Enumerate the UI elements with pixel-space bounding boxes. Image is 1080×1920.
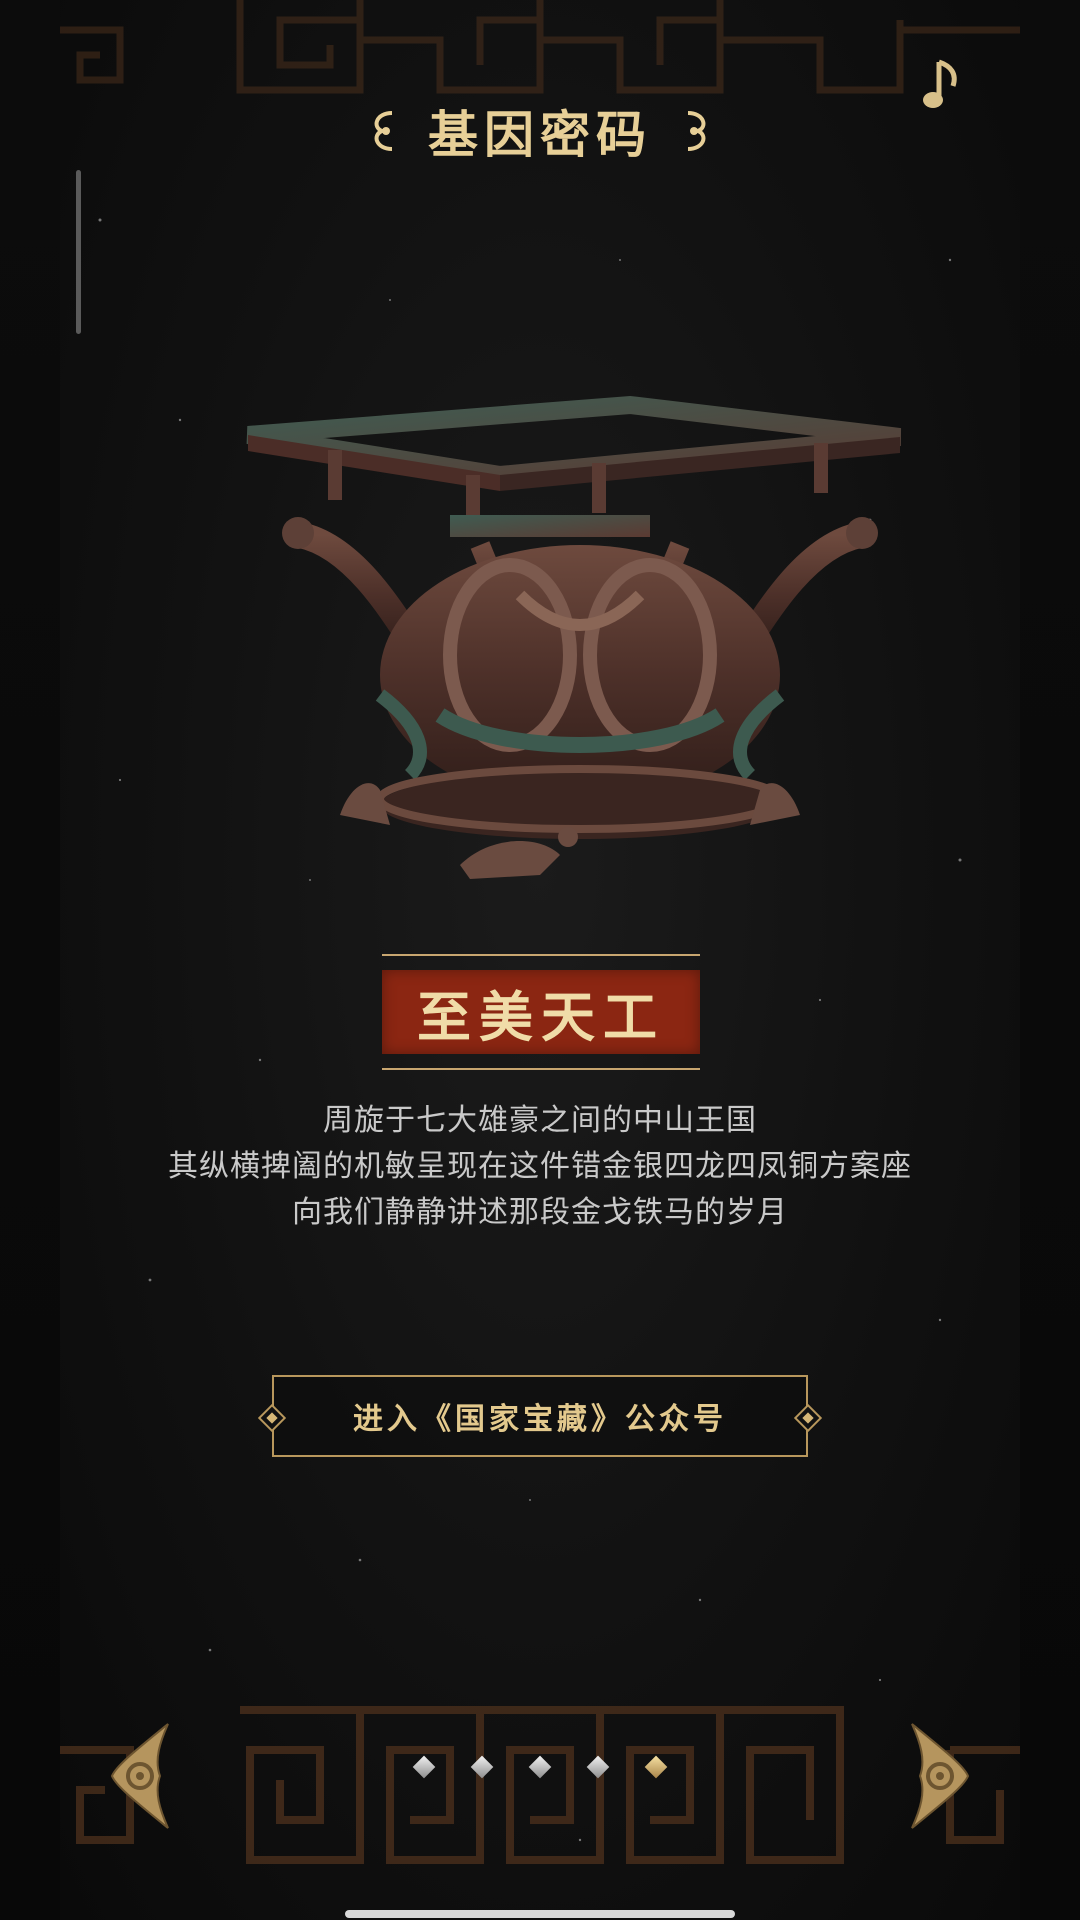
scroll-indicator[interactable] bbox=[76, 170, 81, 334]
bronze-artifact-image bbox=[246, 395, 902, 879]
enter-official-account-button[interactable]: 进入《国家宝藏》公众号 bbox=[258, 1375, 822, 1457]
page-indicator bbox=[60, 1752, 1020, 1782]
enter-button-label: 进入《国家宝藏》公众号 bbox=[353, 1402, 727, 1437]
right-diamond-ornament-icon bbox=[794, 1404, 822, 1432]
description-line-3: 向我们静静讲述那段金戈铁马的岁月 bbox=[292, 1195, 788, 1230]
left-cloud-ornament-icon bbox=[374, 111, 393, 151]
page-title: 基因密码 bbox=[428, 105, 652, 164]
top-fret-pattern bbox=[60, 0, 1020, 94]
home-indicator-bar[interactable] bbox=[345, 1910, 735, 1918]
description-line-2: 其纵横捭阖的机敏呈现在这件错金银四龙四凤铜方案座 bbox=[168, 1149, 912, 1184]
description-line-1: 周旋于七大雄豪之间的中山王国 bbox=[323, 1103, 757, 1138]
page-dot-4[interactable] bbox=[586, 1755, 610, 1779]
left-margin-band bbox=[0, 0, 60, 1920]
banner-title: 至美天工 bbox=[417, 984, 665, 1049]
section-banner: 至美天工 bbox=[382, 954, 700, 1070]
page-dot-3[interactable] bbox=[528, 1755, 552, 1779]
page-header: 基因密码 bbox=[60, 96, 1020, 166]
right-margin-band bbox=[1020, 0, 1080, 1920]
banner-bottom-rule bbox=[382, 1068, 700, 1070]
page-dot-2[interactable] bbox=[470, 1755, 494, 1779]
banner-block: 至美天工 bbox=[382, 970, 700, 1054]
page-dot-1[interactable] bbox=[412, 1755, 436, 1779]
left-diamond-ornament-icon bbox=[258, 1404, 286, 1432]
bottom-fret-pattern bbox=[60, 1706, 1020, 1864]
right-cloud-ornament-icon bbox=[687, 111, 706, 151]
artifact-description: 周旋于七大雄豪之间的中山王国 其纵横捭阖的机敏呈现在这件错金银四龙四凤铜方案座 … bbox=[60, 1098, 1020, 1236]
ornate-arrow-right-icon[interactable] bbox=[904, 1720, 974, 1832]
page-container: 基因密码 至美天工 周旋于七大雄豪之间的中山王国 其纵横捭阖的机敏呈现在这件错金… bbox=[60, 0, 1020, 1920]
page-dot-5-active[interactable] bbox=[644, 1755, 668, 1779]
banner-top-rule bbox=[382, 954, 700, 956]
